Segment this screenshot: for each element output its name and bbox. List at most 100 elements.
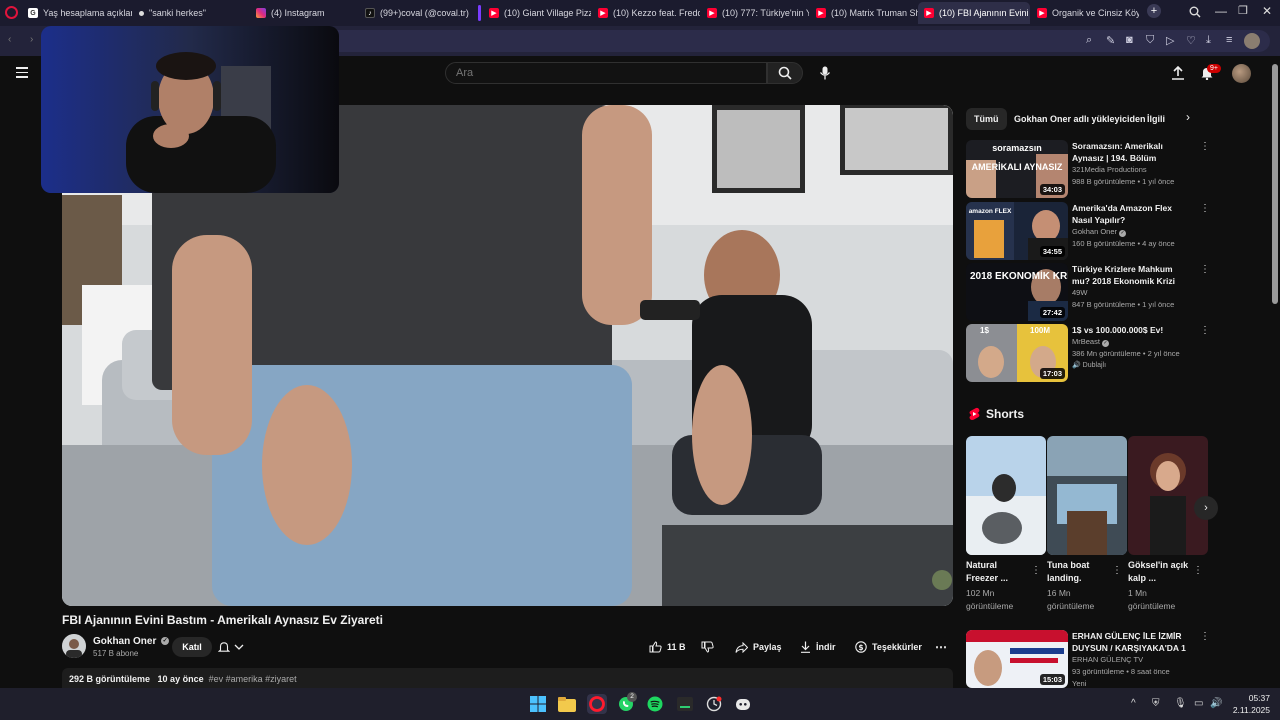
dislike-button[interactable]	[701, 637, 714, 657]
short-title[interactable]: Tuna boat landing.	[1047, 559, 1109, 585]
back-icon[interactable]: ‹	[8, 34, 11, 45]
search-input[interactable]	[445, 62, 767, 84]
thanks-button[interactable]: $ Teşekkürler	[855, 637, 922, 657]
close-window-button[interactable]: ✕	[1262, 4, 1272, 18]
like-button[interactable]: 11 B	[649, 637, 686, 657]
tab-5[interactable]: ▶ (10) Kezzo feat. Fredd - U	[592, 2, 700, 24]
download-button[interactable]: İndir	[800, 637, 836, 657]
short-title[interactable]: Göksel'in açık kalp ...	[1128, 559, 1190, 585]
tab-0[interactable]: G Yaş hesaplama açıklaması	[22, 2, 132, 24]
file-explorer-icon[interactable]	[557, 694, 577, 714]
subscription-bell-button[interactable]	[218, 637, 258, 657]
short-thumbnail[interactable]	[1128, 436, 1208, 555]
maximize-button[interactable]: ❐	[1238, 4, 1248, 17]
windows-start-icon[interactable]	[528, 694, 548, 714]
opera-browser-icon[interactable]	[587, 694, 607, 714]
menu-icon[interactable]: ≡	[1226, 34, 1232, 46]
recommended-video[interactable]: soramazsın AMERİKALI AYNASIZ 34:03 Soram…	[966, 140, 1210, 198]
clock-time: 05:37	[1248, 693, 1270, 703]
video-thumbnail: 2018 EKONOMİK KRİZİ 27:42	[966, 263, 1068, 321]
video-thumbnail: 15:03	[966, 630, 1068, 688]
join-button[interactable]: Katıl	[172, 637, 212, 657]
tab-6[interactable]: ▶ (10) 777: Türkiye'nin Yeni	[701, 2, 809, 24]
microphone-tray-icon[interactable]: 🎙	[1174, 698, 1187, 709]
more-options-icon[interactable]: ⋮	[1031, 565, 1041, 576]
shorts-heading: Shorts	[968, 407, 1024, 421]
thumb-text: soramazsın	[992, 143, 1042, 153]
share-icon	[735, 641, 748, 653]
more-options-icon[interactable]: ⋮	[1112, 565, 1122, 576]
system-clock[interactable]: 05:37 2.11.2025	[1226, 692, 1270, 716]
opera-logo-icon[interactable]	[5, 6, 18, 19]
more-options-icon[interactable]: ⋮	[1200, 203, 1210, 214]
hamburger-menu-icon[interactable]	[16, 67, 28, 78]
thumb-text: 2018 EKONOMİK KRİZİ	[970, 269, 1068, 282]
player-icon[interactable]: ▷	[1166, 34, 1174, 47]
tab-7[interactable]: ▶ (10) Matrix Truman Show	[810, 2, 918, 24]
share-button[interactable]: Paylaş	[735, 637, 782, 657]
account-avatar[interactable]	[1232, 64, 1251, 83]
more-actions-icon[interactable]: ⋯	[935, 637, 947, 657]
tab-4[interactable]: ▶ (10) Giant Village Pizza S	[483, 2, 591, 24]
tab-9[interactable]: ▶ Organik ve Cinsiz Köy Vi	[1031, 2, 1139, 24]
chip-related[interactable]: İlgili	[1139, 108, 1173, 130]
page-search-icon[interactable]: ⌕	[1086, 34, 1092, 47]
more-options-icon[interactable]: ⋮	[1200, 631, 1210, 642]
chip-from-uploader[interactable]: Gokhan Oner adlı yükleyiciden	[1006, 108, 1154, 130]
voice-search-button[interactable]	[814, 62, 836, 84]
like-count: 11 B	[667, 642, 686, 652]
tab-label: Organik ve Cinsiz Köy Vi	[1052, 8, 1139, 18]
description-box[interactable]: 292 B görüntüleme 10 ay önce #ev #amerik…	[62, 668, 953, 688]
search-button[interactable]	[767, 62, 803, 84]
super-thanks-icon: $	[855, 641, 867, 653]
channel-name: MrBeast ✓	[1072, 337, 1110, 347]
spotify-icon[interactable]	[645, 694, 665, 714]
download-icon[interactable]: ⤓	[1206, 34, 1211, 47]
search-tabs-icon[interactable]	[1189, 6, 1201, 18]
scrollbar-thumb[interactable]	[1272, 64, 1278, 304]
channel-name[interactable]: Gokhan Oner ✓	[93, 636, 170, 647]
network-icon[interactable]: ▭	[1194, 698, 1203, 709]
youtube-icon: ▶	[924, 8, 934, 18]
clock-app-icon[interactable]	[704, 694, 724, 714]
short-thumbnail[interactable]	[966, 436, 1046, 555]
more-options-icon[interactable]: ⋮	[1200, 264, 1210, 275]
heart-icon[interactable]: ♡	[1186, 34, 1196, 47]
recommended-video[interactable]: 15:03 ERHAN GÜLENÇ İLE İZMİR DUYSUN / KA…	[966, 630, 1210, 688]
share-label: Paylaş	[753, 642, 782, 652]
download-label: İndir	[816, 642, 836, 652]
volume-icon[interactable]: 🔊	[1210, 698, 1222, 709]
shorts-next-button[interactable]: ›	[1194, 496, 1218, 520]
recommended-video[interactable]: amazon FLEX 34:55 Amerika'da Amazon Flex…	[966, 202, 1210, 260]
short-views: 102 Mn görüntüleme	[966, 588, 1014, 611]
new-tab-button[interactable]: +	[1147, 4, 1161, 18]
vpn-icon[interactable]: ⛨	[1152, 698, 1160, 709]
search-icon	[778, 66, 792, 80]
discord-icon[interactable]	[733, 694, 753, 714]
more-options-icon[interactable]: ⋮	[1193, 565, 1203, 576]
tray-overflow-icon[interactable]: ^	[1131, 698, 1136, 709]
upload-icon[interactable]	[1171, 66, 1185, 80]
hashtags[interactable]: #ev #amerika #ziyaret	[209, 674, 297, 684]
terminal-icon[interactable]	[675, 694, 695, 714]
tab-2[interactable]: (4) Instagram	[250, 2, 355, 24]
more-options-icon[interactable]: ⋮	[1200, 141, 1210, 152]
chip-all[interactable]: Tümü	[966, 108, 1007, 130]
tab-3[interactable]: ♪ (99+)coval (@coval.tr) | T	[359, 2, 471, 24]
more-options-icon[interactable]: ⋮	[1200, 325, 1210, 336]
svg-text:$: $	[858, 643, 863, 652]
shield-icon[interactable]: ⛉	[1146, 34, 1154, 47]
tab-1[interactable]: "sanki herkes"	[133, 2, 243, 24]
recommended-video[interactable]: 1$ 100M 17:03 1$ vs 100.000.000$ Ev! MrB…	[966, 324, 1210, 382]
camera-icon[interactable]: ◙	[1126, 34, 1133, 46]
short-thumbnail[interactable]	[1047, 436, 1127, 555]
edit-icon[interactable]: ✎	[1106, 34, 1115, 47]
short-title[interactable]: Natural Freezer ...	[966, 559, 1028, 585]
minimize-button[interactable]: —	[1215, 4, 1227, 18]
chips-next-icon[interactable]: ›	[1186, 110, 1190, 124]
recommended-video[interactable]: 2018 EKONOMİK KRİZİ 27:42 Türkiye Krizle…	[966, 263, 1210, 321]
tab-8-active[interactable]: ▶ (10) FBI Ajanının Evini Bas	[918, 2, 1030, 24]
profile-avatar[interactable]	[1244, 33, 1260, 49]
channel-avatar[interactable]	[62, 634, 86, 658]
forward-icon[interactable]: ›	[30, 34, 33, 45]
